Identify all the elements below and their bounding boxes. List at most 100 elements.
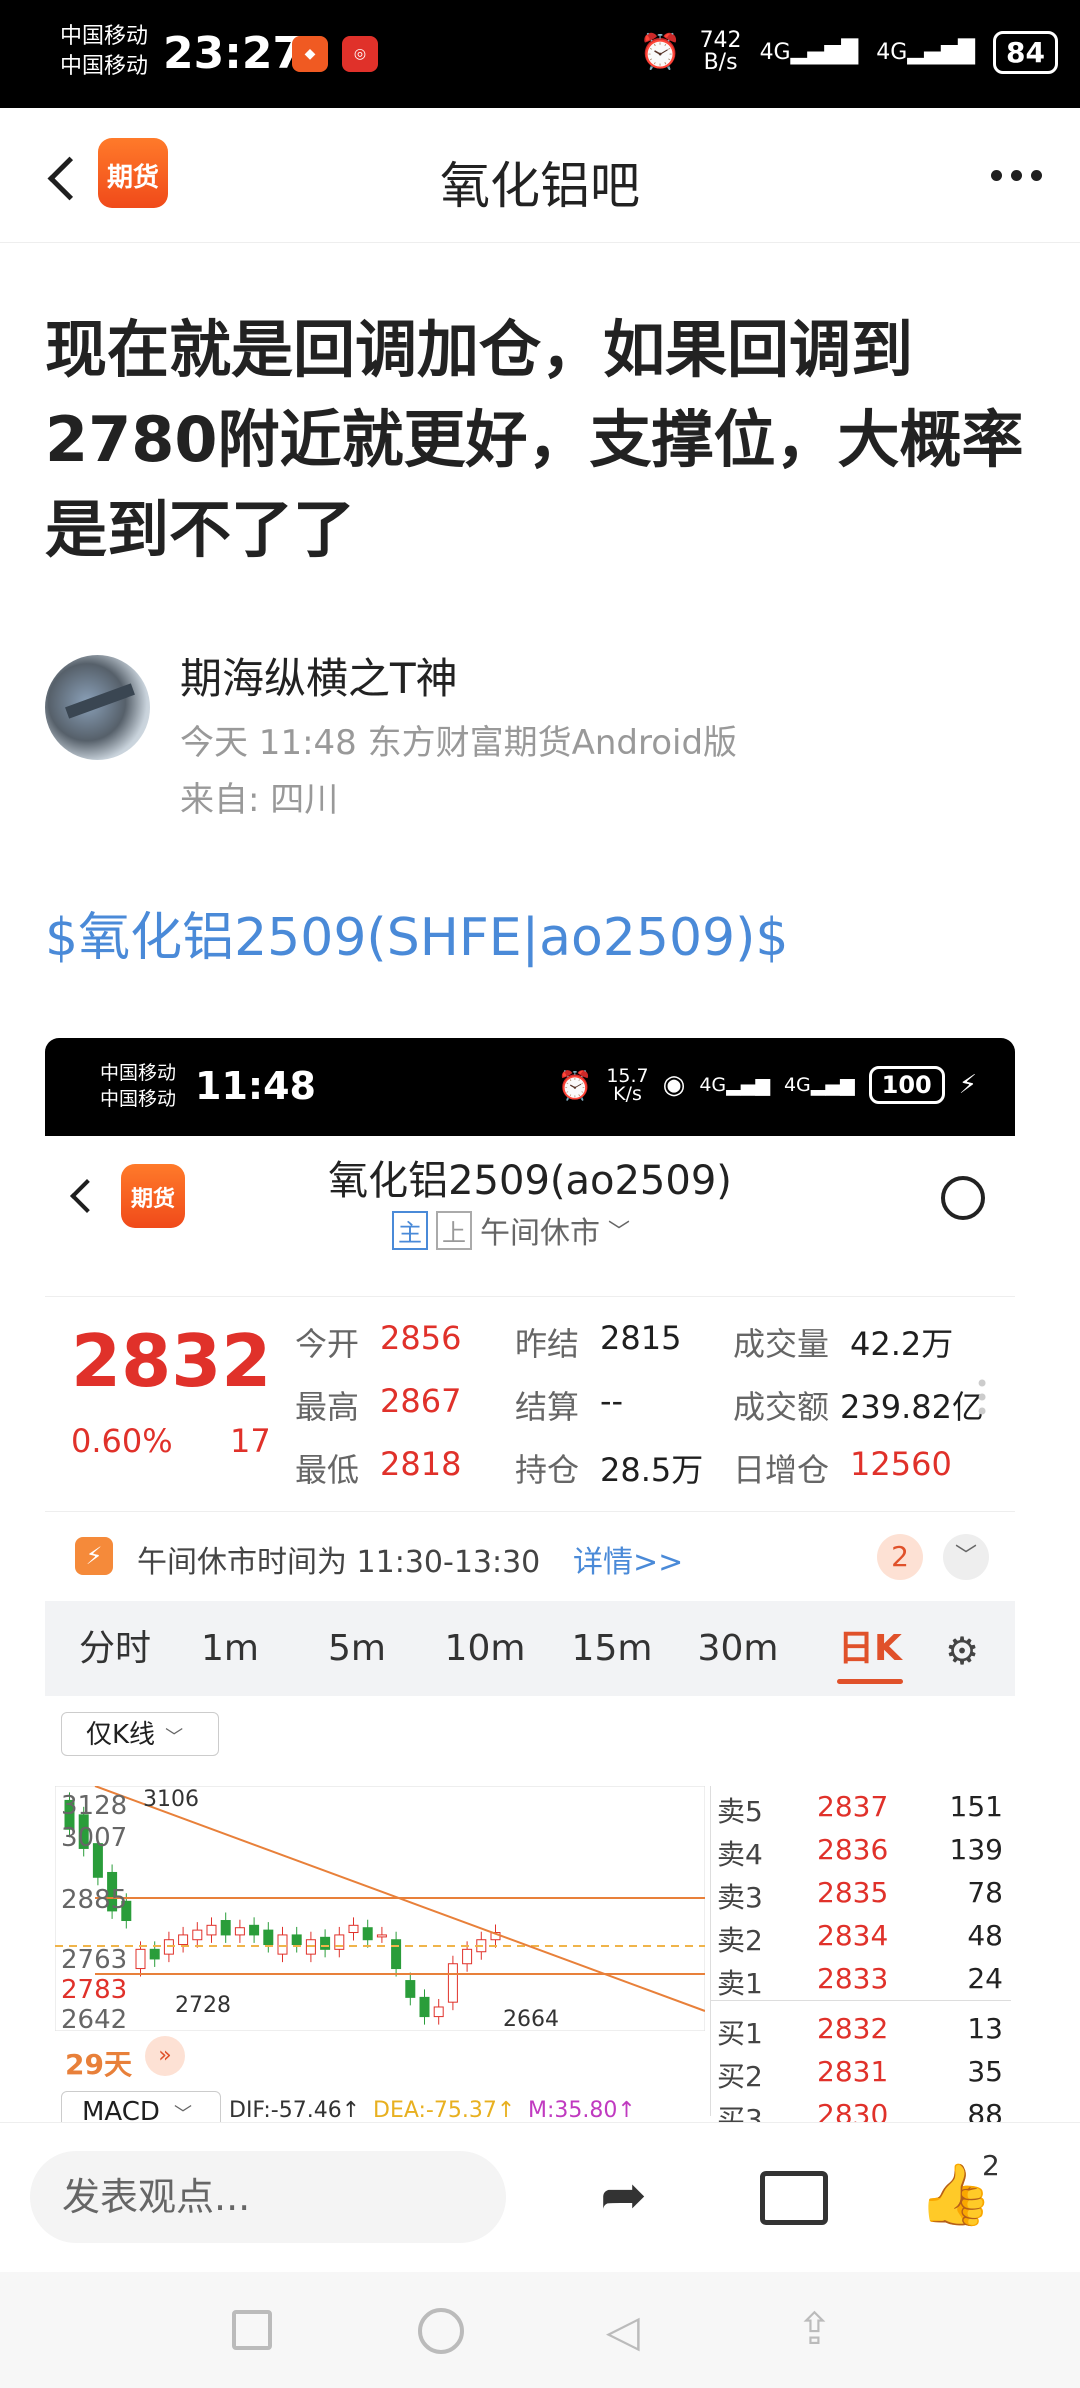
open-interest-value: 28.5万: [600, 1451, 704, 1489]
home-icon[interactable]: [418, 2308, 464, 2354]
orderbook-row: 买1 2832 13: [711, 2008, 1011, 2050]
notice-details-link[interactable]: 详情>>: [573, 1537, 683, 1581]
candle-body: [206, 1924, 217, 1936]
high-price-marker: 3106: [143, 1787, 199, 1812]
prev-settle-label: 昨结: [515, 1325, 580, 1363]
net-speed: 742 B/s: [699, 28, 742, 75]
price-axis-label: 2763: [61, 1945, 127, 1975]
orderbook-row: 买3 2830 88: [711, 2094, 1011, 2123]
more-vertical-icon[interactable]: • • •: [975, 1372, 989, 1424]
high-label: 最高: [295, 1388, 360, 1426]
avatar[interactable]: [45, 655, 150, 760]
avatar-art: [65, 683, 135, 719]
quote-panel: 2832 0.60% 17 今开 2856 昨结 2815 成交量 42.2万 …: [45, 1296, 1015, 1512]
status-time: 23:27: [163, 28, 304, 79]
orderbook-price: 2833: [817, 1962, 889, 1995]
fast-forward-icon[interactable]: »: [145, 2036, 185, 2076]
orderbook-price: 2837: [817, 1790, 889, 1823]
back-nav-icon[interactable]: ◁: [606, 2306, 640, 2357]
candle-body: [277, 1934, 288, 1955]
prev-settle-value: 2815: [600, 1319, 682, 1357]
post-meta-time: 今天 11:48 东方财富期货Android版: [180, 723, 738, 763]
candle-body: [362, 1927, 373, 1941]
low-price-marker-2: 2664: [503, 2007, 559, 2031]
tab-15m[interactable]: 15m: [557, 1601, 667, 1696]
hide-nav-icon[interactable]: ⇪: [796, 2304, 833, 2355]
orderbook-price: 2830: [817, 2098, 889, 2123]
last-price: 2832: [71, 1319, 272, 1403]
price-axis-label: 2783: [61, 1975, 127, 2005]
more-menu-icon[interactable]: [982, 166, 1042, 185]
open-value: 2856: [380, 1319, 462, 1357]
chevron-down-icon: ﹀: [608, 1220, 631, 1245]
low-price-marker: 2728: [175, 1993, 231, 2018]
orderbook-side-label: 买3: [717, 2103, 763, 2123]
candle-body: [291, 1934, 302, 1946]
author-name[interactable]: 期海纵横之T神: [180, 645, 458, 706]
candle-body: [391, 1939, 402, 1970]
orderbook-volume: 151: [949, 1790, 1003, 1823]
net-speed: 15.7 K/s: [606, 1065, 649, 1105]
macd-m: M:35.80↑: [528, 2098, 636, 2123]
screenshot-header: 期货 氧化铝2509(ao2509) 主 上 午间休市 ﹀: [45, 1136, 1015, 1296]
candle-body: [178, 1934, 189, 1946]
orderbook-side-label: 卖4: [717, 1838, 763, 1871]
candle-body: [376, 1934, 387, 1938]
main-badge: 主: [392, 1210, 428, 1250]
orderbook-row: 买2 2831 35: [711, 2051, 1011, 2093]
post-image-screenshot[interactable]: 中国移动 中国移动 11:48 ⏰ 15.7 K/s ◉ 4G▂▄▆ 4G▂▄▆…: [45, 1038, 1015, 2123]
stock-tag-link[interactable]: $氧化铝2509(SHFE|ao2509)$: [45, 895, 789, 970]
orderbook-row: 卖4 2836 139: [711, 1829, 1011, 1871]
expand-icon[interactable]: ﹀: [943, 1534, 989, 1580]
tab-5m[interactable]: 5m: [307, 1601, 407, 1696]
candle-body: [249, 1924, 260, 1936]
alarm-icon: ⏰: [557, 1068, 593, 1102]
comment-icon[interactable]: [760, 2171, 828, 2225]
search-icon[interactable]: [941, 1176, 985, 1220]
lightning-icon: ⚡: [75, 1537, 113, 1575]
orderbook-side-label: 买1: [717, 2017, 763, 2050]
comment-input[interactable]: 发表观点...: [30, 2151, 506, 2243]
amount-label: 成交额: [733, 1388, 830, 1426]
candle-body: [433, 2006, 444, 2018]
high-value: 2867: [380, 1382, 462, 1420]
orderbook-side-label: 卖2: [717, 1924, 763, 1957]
macd-dea: DEA:-75.37↑: [373, 2098, 516, 2123]
indicator-select[interactable]: MACD ﹀: [61, 2091, 221, 2123]
orderbook-price: 2835: [817, 1876, 889, 1909]
battery-icon: 100: [868, 1066, 945, 1104]
volume-label: 成交量: [733, 1325, 830, 1363]
orderbook-volume: 48: [967, 1919, 1003, 1952]
orderbook-volume: 88: [967, 2098, 1003, 2123]
settings-icon[interactable]: ⚙: [945, 1629, 979, 1673]
candle-body: [263, 1929, 274, 1946]
orderbook-row: 卖2 2834 48: [711, 1915, 1011, 1957]
orderbook-volume: 139: [949, 1833, 1003, 1866]
tab-1m[interactable]: 1m: [180, 1601, 280, 1696]
screenshot-time: 11:48: [195, 1064, 316, 1108]
share-icon[interactable]: ➦: [600, 2163, 647, 2228]
charging-icon: ⚡: [958, 1070, 977, 1100]
change-percent: 0.60%: [71, 1422, 173, 1460]
carrier-label: 中国移动 中国移动: [60, 24, 149, 79]
recent-apps-icon[interactable]: [232, 2310, 272, 2350]
signal-icon: 4G▂▄▆: [699, 1074, 770, 1096]
notice-count-badge[interactable]: 2: [877, 1534, 923, 1580]
notice-bar[interactable]: ⚡ 午间休市时间为 11:30-13:30 详情>> 2 ﹀: [45, 1511, 1015, 1602]
contract-subtitle[interactable]: 主 上 午间休市 ﹀: [392, 1208, 630, 1252]
candle-body: [135, 1948, 146, 1970]
candle-body: [149, 1948, 160, 1960]
post-meta-from: 来自: 四川: [180, 780, 339, 820]
tab-active-indicator: [837, 1679, 903, 1684]
signal-icon-2: 4G▂▄▆: [783, 1074, 855, 1096]
tab-intraday[interactable]: 分时: [65, 1601, 165, 1696]
kline-mode-select[interactable]: 仅K线 ﹀: [61, 1712, 219, 1756]
contract-title: 氧化铝2509(ao2509): [328, 1158, 732, 1204]
app-notification-icon: ◆: [292, 36, 328, 72]
tab-30m[interactable]: 30m: [683, 1601, 793, 1696]
candle-body: [405, 1980, 416, 1998]
macd-dif: DIF:-57.46↑: [229, 2098, 361, 2123]
tab-10m[interactable]: 10m: [430, 1601, 540, 1696]
kline-chart[interactable]: 3128 3007 2885 2763 2783 2642 3106 2728 …: [55, 1786, 705, 2031]
status-bar: 中国移动 中国移动 23:27 ◆ ◎ ⏰ 742 B/s 4G▂▄▆█ 4G▂…: [0, 0, 1080, 108]
